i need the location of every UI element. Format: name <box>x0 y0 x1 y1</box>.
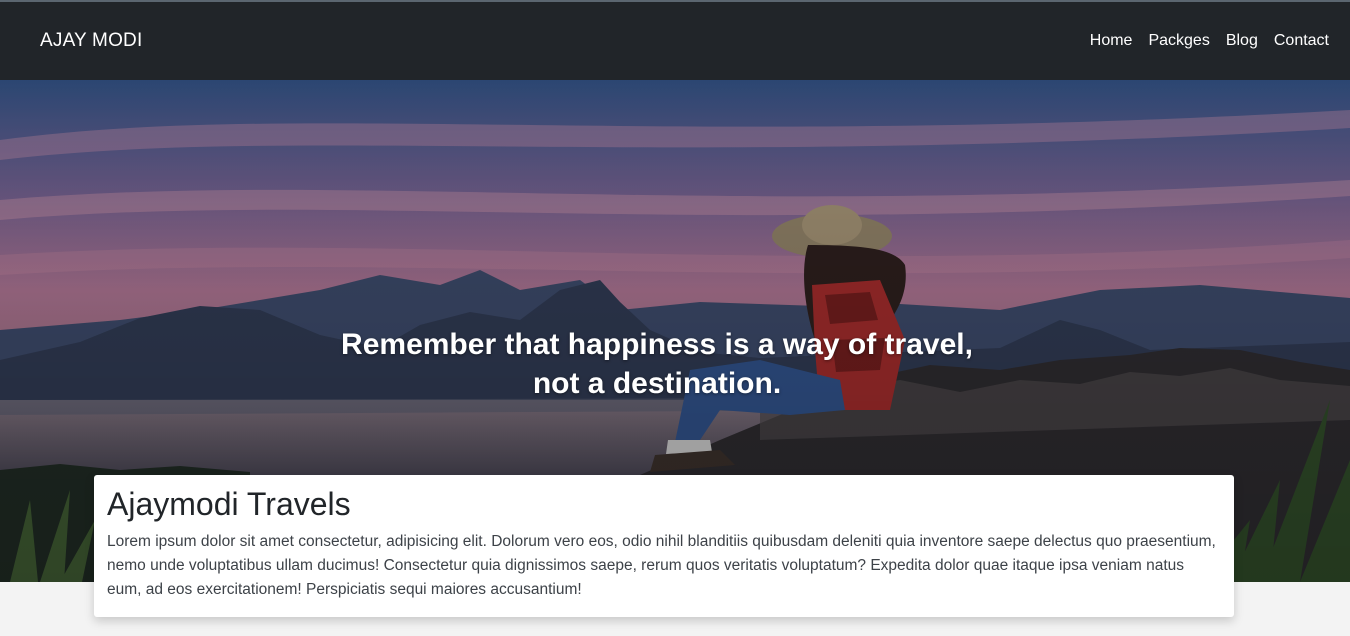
intro-card: Ajaymodi Travels Lorem ipsum dolor sit a… <box>94 475 1234 617</box>
card-description: Lorem ipsum dolor sit amet consectetur, … <box>107 533 1216 598</box>
brand-logo[interactable]: AJAY MODI <box>40 30 142 52</box>
hero-quote-line-1: Remember that happiness is a way of trav… <box>341 328 973 361</box>
nav-link-home[interactable]: Home <box>1090 32 1133 50</box>
nav-link-packages[interactable]: Packges <box>1148 32 1209 50</box>
card-title: Ajaymodi Travels <box>107 486 351 522</box>
hero-quote: Remember that happiness is a way of trav… <box>0 325 1314 403</box>
hero-quote-line-2: not a destination. <box>532 367 782 400</box>
navbar: AJAY MODI Home Packges Blog Contact <box>0 2 1350 80</box>
nav-links: Home Packges Blog Contact <box>1090 32 1329 50</box>
nav-link-contact[interactable]: Contact <box>1274 32 1329 50</box>
nav-link-blog[interactable]: Blog <box>1226 32 1258 50</box>
